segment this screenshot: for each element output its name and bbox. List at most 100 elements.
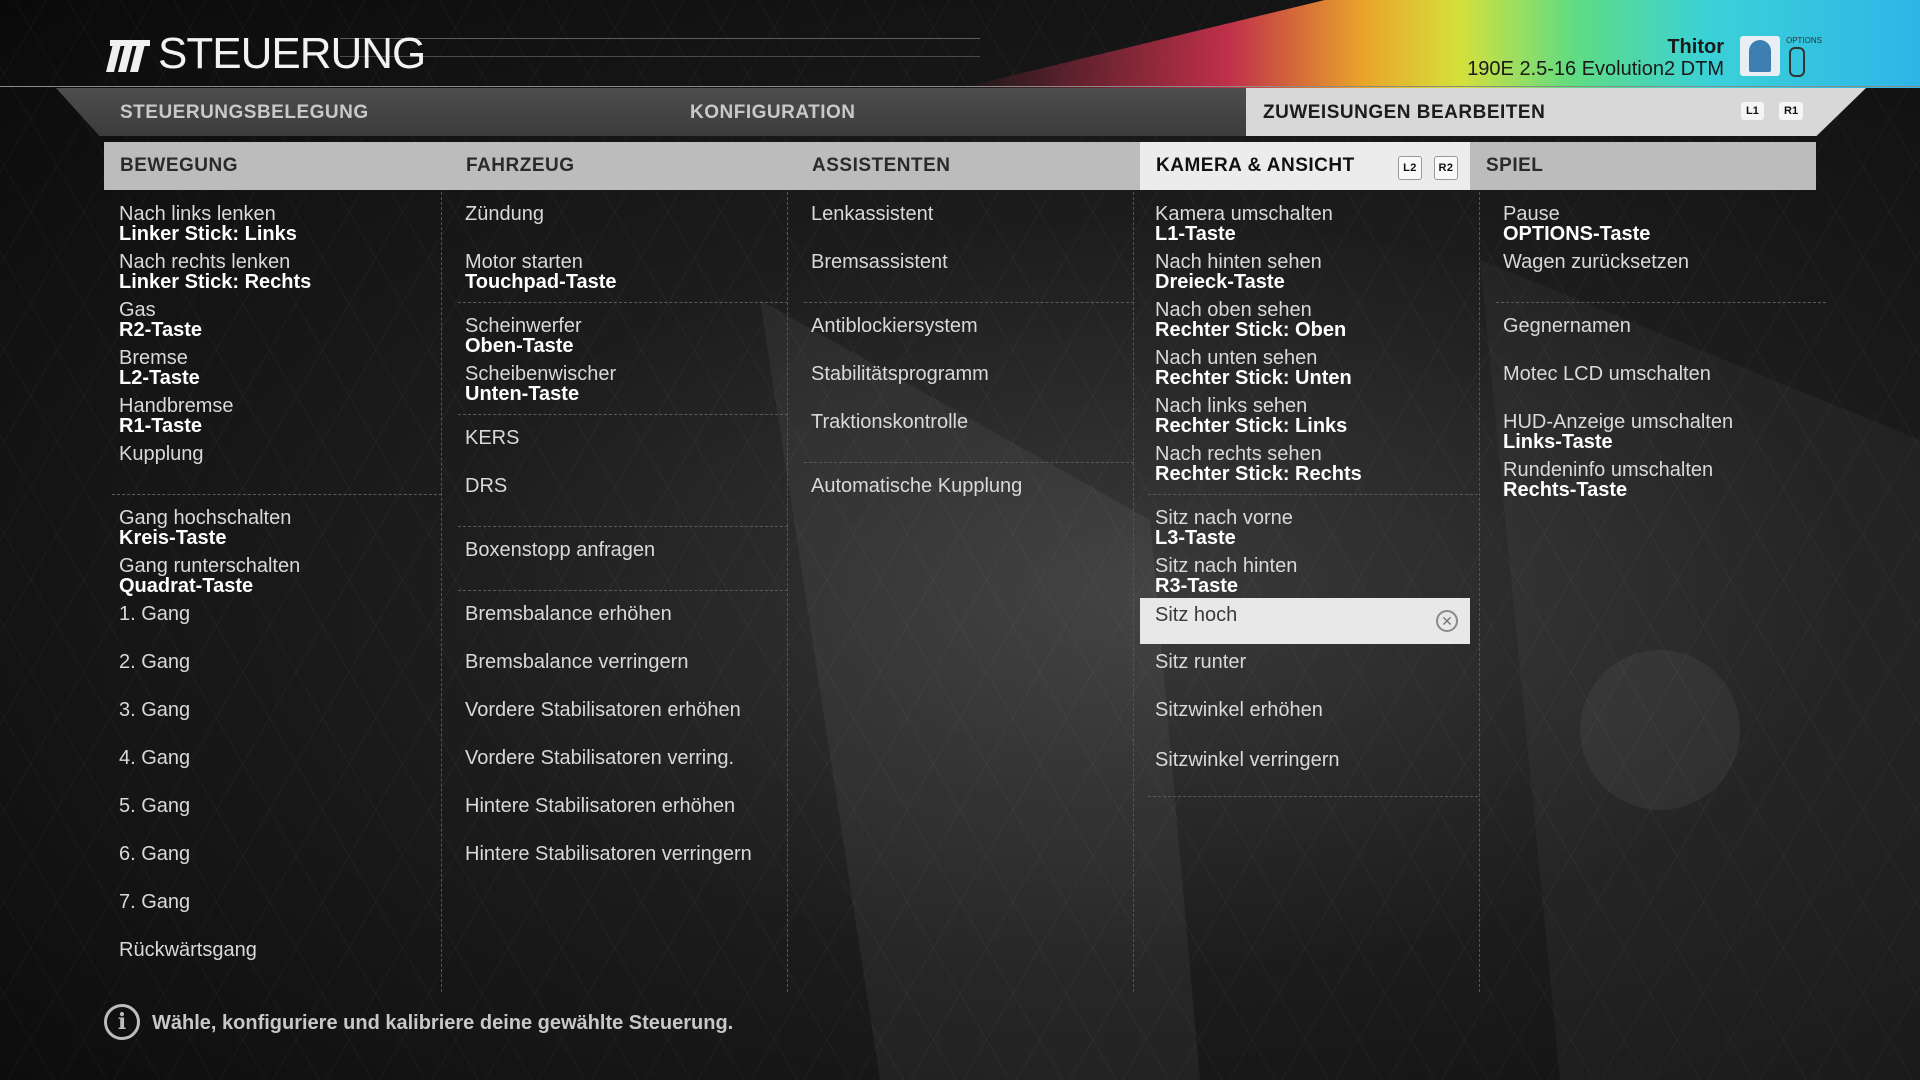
binding-row[interactable]: Vordere Stabilisatoren verring.: [465, 748, 785, 768]
binding-row[interactable]: Sitz nach hinten R3-Taste: [1155, 556, 1475, 596]
binding-row[interactable]: Gegnernamen: [1503, 316, 1823, 336]
binding-row[interactable]: Sitzwinkel verringern: [1155, 750, 1475, 770]
user-name: Thitor: [1667, 36, 1724, 58]
binding-row[interactable]: Zündung: [465, 204, 785, 224]
binding-key: Touchpad-Taste: [465, 271, 617, 293]
binding-label: Sitzwinkel erhöhen: [1155, 699, 1323, 721]
binding-key: Quadrat-Taste: [119, 575, 254, 597]
binding-row[interactable]: Antiblockiersystem: [811, 316, 1131, 336]
clear-binding-icon[interactable]: ✕: [1436, 610, 1458, 632]
binding-row[interactable]: Lenkassistent: [811, 204, 1131, 224]
binding-label: Nach rechts sehen: [1155, 443, 1322, 465]
binding-label: Gang hochschalten: [119, 507, 292, 529]
category-spiel[interactable]: SPIEL: [1470, 142, 1816, 190]
binding-label: Traktionskontrolle: [811, 411, 969, 433]
binding-key: Rechts-Taste: [1503, 479, 1628, 501]
binding-label: Hintere Stabilisatoren erhöhen: [465, 795, 736, 817]
category-assistenten[interactable]: ASSISTENTEN: [796, 142, 1142, 190]
binding-row[interactable]: Nach rechts sehen Rechter Stick: Rechts: [1155, 444, 1475, 484]
group-divider: [804, 302, 1134, 303]
binding-row[interactable]: Bremse L2-Taste: [119, 348, 439, 388]
binding-row[interactable]: Rundeninfo umschalten Rechts-Taste: [1503, 460, 1823, 500]
binding-row[interactable]: Bremsbalance verringern: [465, 652, 785, 672]
binding-row[interactable]: Motec LCD umschalten: [1503, 364, 1823, 384]
category-bewegung[interactable]: BEWEGUNG: [104, 142, 450, 190]
binding-row[interactable]: Vordere Stabilisatoren erhöhen: [465, 700, 785, 720]
binding-row[interactable]: Boxenstopp anfragen: [465, 540, 785, 560]
binding-row[interactable]: Nach links sehen Rechter Stick: Links: [1155, 396, 1475, 436]
binding-row[interactable]: Sitz nach vorne L3-Taste: [1155, 508, 1475, 548]
binding-row[interactable]: Kamera umschalten L1-Taste: [1155, 204, 1475, 244]
tab-zuweisungen-bearbeiten[interactable]: ZUWEISUNGEN BEARBEITEN: [1263, 102, 1545, 124]
binding-row[interactable]: Kupplung: [119, 444, 439, 464]
binding-row[interactable]: 7. Gang: [119, 892, 439, 912]
group-divider: [458, 590, 788, 591]
binding-label: 5. Gang: [119, 795, 191, 817]
binding-row[interactable]: Nach links lenken Linker Stick: Links: [119, 204, 439, 244]
binding-row[interactable]: KERS: [465, 428, 785, 448]
help-text: Wähle, konfiguriere und kalibriere deine…: [152, 1012, 734, 1034]
binding-row[interactable]: Bremsbalance erhöhen: [465, 604, 785, 624]
binding-row[interactable]: Stabilitätsprogramm: [811, 364, 1131, 384]
binding-row[interactable]: Nach oben sehen Rechter Stick: Oben: [1155, 300, 1475, 340]
binding-row[interactable]: Sitz runter: [1155, 652, 1475, 672]
binding-label: Sitz nach hinten: [1155, 555, 1298, 577]
binding-row[interactable]: Nach unten sehen Rechter Stick: Unten: [1155, 348, 1475, 388]
binding-row-selected[interactable]: Sitz hoch ✕: [1140, 598, 1470, 644]
binding-row[interactable]: Pause OPTIONS-Taste: [1503, 204, 1823, 244]
binding-key: L1-Taste: [1155, 223, 1236, 245]
binding-label: 2. Gang: [119, 651, 191, 673]
category-kamera-ansicht[interactable]: KAMERA & ANSICHT L2 R2: [1140, 142, 1470, 190]
group-divider: [804, 462, 1134, 463]
binding-label: DRS: [465, 475, 508, 497]
group-divider: [1148, 796, 1478, 797]
binding-row[interactable]: Motor starten Touchpad-Taste: [465, 252, 785, 292]
info-icon: i: [104, 1004, 140, 1040]
binding-key: R3-Taste: [1155, 575, 1238, 597]
binding-row[interactable]: Hintere Stabilisatoren erhöhen: [465, 796, 785, 816]
binding-label: Gegnernamen: [1503, 315, 1631, 337]
category-header-bar: BEWEGUNG FAHRZEUG ASSISTENTEN KAMERA & A…: [104, 142, 1816, 190]
tab-konfiguration[interactable]: KONFIGURATION: [690, 102, 856, 124]
binding-row[interactable]: Nach hinten sehen Dreieck-Taste: [1155, 252, 1475, 292]
binding-row[interactable]: Gas R2-Taste: [119, 300, 439, 340]
binding-row[interactable]: Gang hochschalten Kreis-Taste: [119, 508, 439, 548]
binding-row[interactable]: 2. Gang: [119, 652, 439, 672]
avatar: [1740, 36, 1780, 76]
binding-label: Bremse: [119, 347, 188, 369]
column-fahrzeug: Zündung Motor starten Touchpad-Taste Sche…: [450, 198, 796, 998]
binding-row[interactable]: 1. Gang: [119, 604, 439, 624]
binding-row[interactable]: Bremsassistent: [811, 252, 1131, 272]
binding-label: Motor starten: [465, 251, 583, 273]
binding-row[interactable]: Gang runterschalten Quadrat-Taste: [119, 556, 439, 596]
page-title: STEUERUNG: [102, 30, 426, 78]
binding-row[interactable]: 6. Gang: [119, 844, 439, 864]
options-button[interactable]: OPTIONS: [1786, 36, 1822, 77]
binding-row[interactable]: Automatische Kupplung: [811, 476, 1131, 496]
binding-row[interactable]: 3. Gang: [119, 700, 439, 720]
binding-label: Nach oben sehen: [1155, 299, 1312, 321]
binding-row[interactable]: Traktionskontrolle: [811, 412, 1131, 432]
tab-steuerungsbelegung[interactable]: STEUERUNGSBELEGUNG: [120, 102, 369, 124]
binding-label: Nach links sehen: [1155, 395, 1308, 417]
binding-row[interactable]: Hintere Stabilisatoren verringern: [465, 844, 785, 864]
binding-label: 7. Gang: [119, 891, 191, 913]
binding-row[interactable]: Scheinwerfer Oben-Taste: [465, 316, 785, 356]
binding-row[interactable]: Scheibenwischer Unten-Taste: [465, 364, 785, 404]
binding-row[interactable]: DRS: [465, 476, 785, 496]
binding-row[interactable]: Nach rechts lenken Linker Stick: Rechts: [119, 252, 439, 292]
binding-row[interactable]: 4. Gang: [119, 748, 439, 768]
r1-button-hint: R1: [1779, 102, 1804, 120]
category-kamera-ansicht-label: KAMERA & ANSICHT: [1156, 155, 1355, 176]
binding-label: Lenkassistent: [811, 203, 934, 225]
binding-row[interactable]: 5. Gang: [119, 796, 439, 816]
binding-row[interactable]: HUD-Anzeige umschalten Links-Taste: [1503, 412, 1823, 452]
category-fahrzeug[interactable]: FAHRZEUG: [450, 142, 796, 190]
group-divider: [1148, 494, 1478, 495]
binding-label: Vordere Stabilisatoren erhöhen: [465, 699, 741, 721]
binding-row[interactable]: Wagen zurücksetzen: [1503, 252, 1823, 272]
binding-label: Sitzwinkel verringern: [1155, 749, 1340, 771]
binding-row[interactable]: Handbremse R1-Taste: [119, 396, 439, 436]
binding-row[interactable]: Sitzwinkel erhöhen: [1155, 700, 1475, 720]
binding-row[interactable]: Rückwärtsgang: [119, 940, 439, 960]
